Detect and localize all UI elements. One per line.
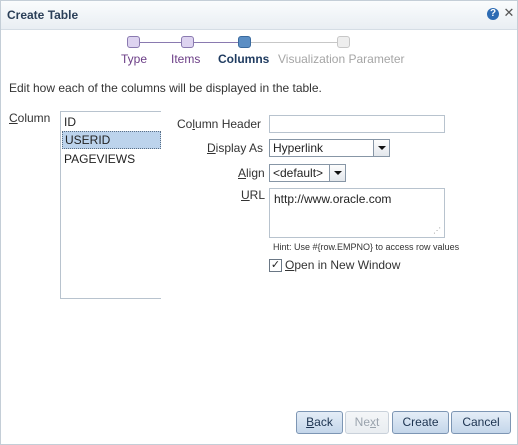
list-item-userid[interactable]: USERID — [62, 131, 161, 149]
train-stop-items[interactable] — [181, 36, 194, 48]
column-listbox[interactable]: ID USERID PAGEVIEWS — [60, 111, 161, 299]
cancel-button[interactable]: Cancel — [451, 411, 511, 434]
url-hint: Hint: Use #{row.EMPNO} to access row val… — [273, 242, 460, 252]
train-label-visualization-parameter: Visualization Parameter — [278, 52, 405, 66]
url-label: URL — [241, 188, 266, 202]
dialog-title: Create Table — [7, 8, 79, 22]
align-select[interactable]: <default> — [269, 164, 346, 182]
column-header-input[interactable] — [269, 115, 445, 133]
open-new-window-label[interactable]: Open in New Window — [285, 258, 400, 272]
resize-grip-icon[interactable]: ⋰ — [433, 227, 441, 235]
column-header-label: Column Header — [177, 117, 262, 131]
chevron-down-icon[interactable] — [373, 140, 389, 156]
train-stop-visualization-parameter — [337, 36, 350, 48]
open-new-window-checkbox[interactable]: ✓ — [269, 259, 282, 272]
train-connector-1 — [139, 42, 187, 43]
train-stop-columns — [238, 36, 251, 48]
close-icon[interactable]: ✕ — [503, 6, 515, 20]
url-value: http://www.oracle.com — [274, 192, 392, 206]
help-icon[interactable]: ? — [487, 8, 499, 20]
dialog-titlebar: Create Table ? ✕ — [1, 1, 517, 30]
align-value: <default> — [273, 166, 324, 180]
train-stop-type[interactable] — [127, 36, 140, 48]
create-button[interactable]: Create — [392, 411, 449, 434]
train-label-items[interactable]: Items — [171, 52, 200, 66]
list-item-pageviews[interactable]: PAGEVIEWS — [62, 150, 161, 168]
back-button[interactable]: Back — [296, 411, 343, 434]
train-connector-3 — [251, 42, 339, 43]
train-label-columns: Columns — [218, 52, 270, 66]
align-label: Align — [238, 166, 265, 180]
display-as-select[interactable]: Hyperlink — [269, 139, 390, 157]
next-button: Next — [345, 411, 389, 434]
url-textarea[interactable]: http://www.oracle.com ⋰ — [269, 188, 445, 238]
display-as-label: Display As — [207, 141, 264, 155]
instruction-text: Edit how each of the columns will be dis… — [9, 81, 322, 95]
list-item-id[interactable]: ID — [62, 113, 161, 131]
train-label-type[interactable]: Type — [121, 52, 147, 66]
chevron-down-icon[interactable] — [329, 165, 345, 181]
display-as-value: Hyperlink — [273, 141, 324, 155]
column-list-label: Column — [9, 111, 51, 125]
train-connector-2 — [193, 42, 239, 43]
create-table-dialog: Create Table ? ✕ Type Items Columns Visu… — [0, 0, 518, 445]
